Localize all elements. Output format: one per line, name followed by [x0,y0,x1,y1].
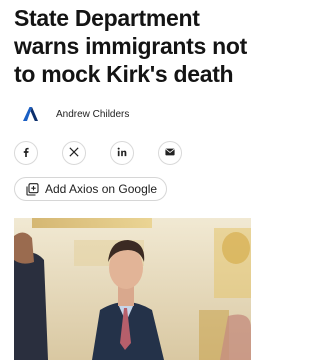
linkedin-icon [117,147,127,160]
add-axios-label: Add Axios on Google [45,182,158,196]
linkedin-share-button[interactable] [110,141,134,165]
article-headline: State Department warns immigrants not to… [14,5,247,87]
article-hero-image [14,218,251,360]
facebook-share-button[interactable] [14,141,38,165]
add-source-icon [26,182,39,196]
author-name[interactable]: Andrew Childers [56,109,129,120]
byline: Andrew Childers [20,103,129,125]
share-buttons [14,141,182,165]
add-axios-on-google-button[interactable]: Add Axios on Google [14,177,167,201]
email-share-button[interactable] [158,141,182,165]
axios-logo-icon [20,104,40,124]
hero-photo-illustration [14,218,251,360]
email-icon [165,148,175,159]
x-share-button[interactable] [62,141,86,165]
facebook-icon [22,147,30,160]
x-icon [69,146,79,160]
